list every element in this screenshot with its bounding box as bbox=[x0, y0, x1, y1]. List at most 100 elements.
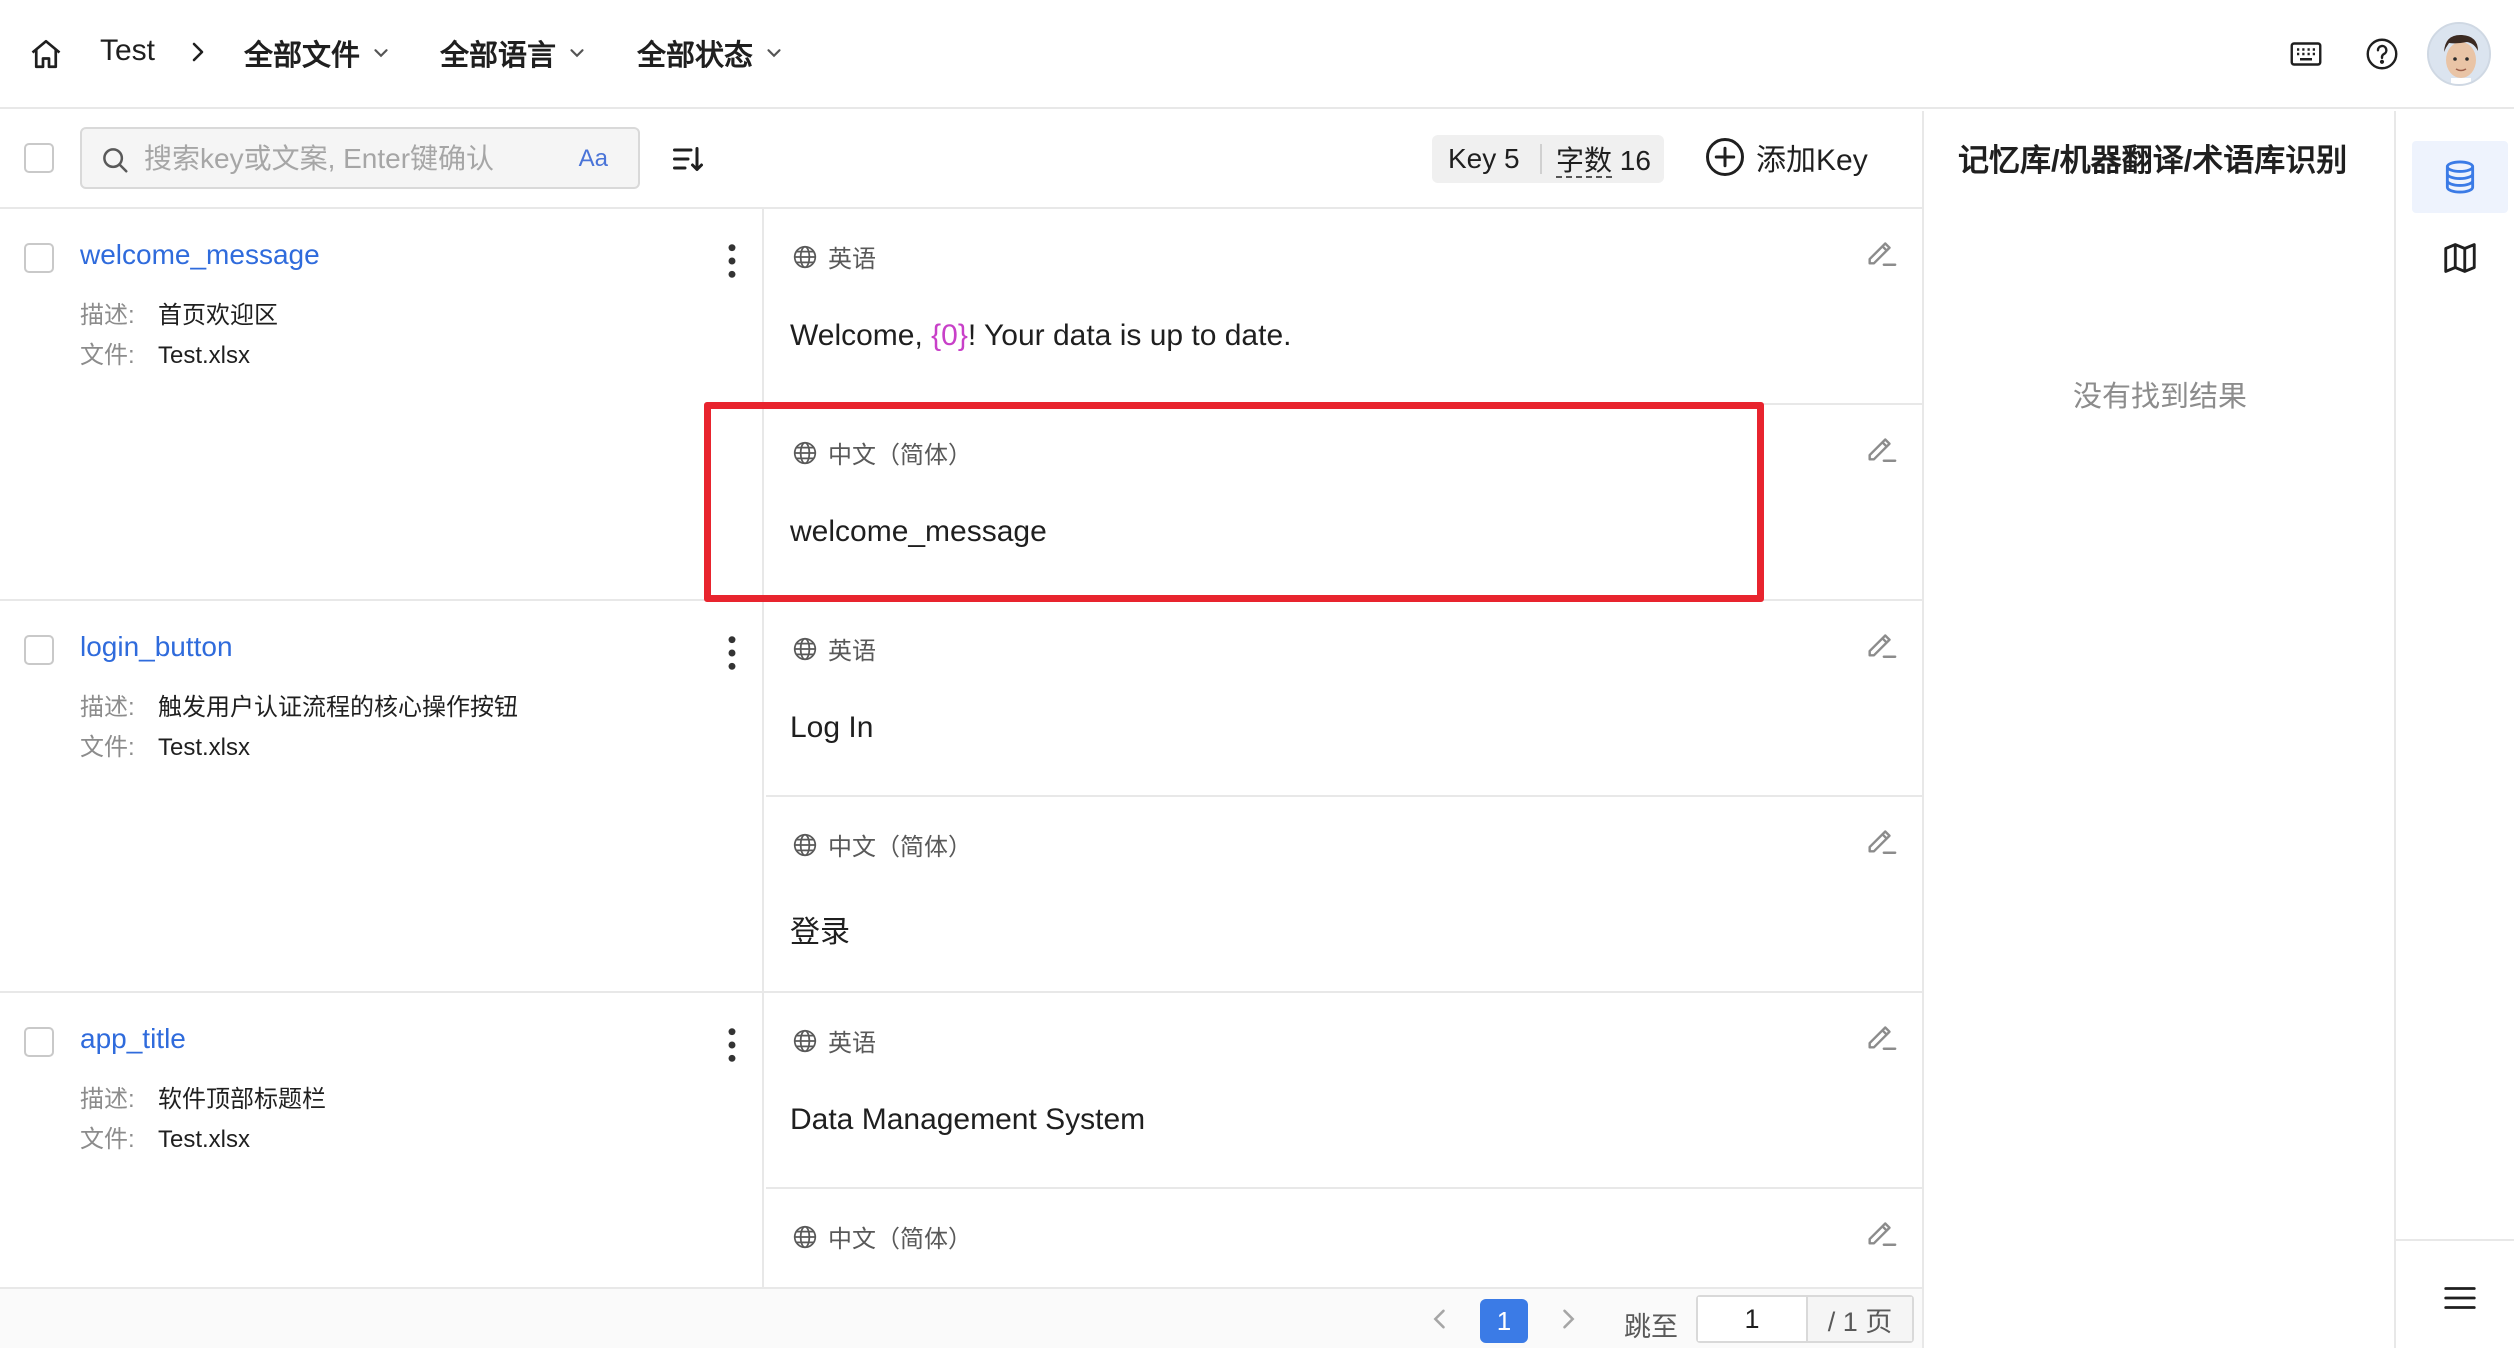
filter-files-dropdown[interactable]: 全部文件 bbox=[244, 32, 392, 74]
filter-languages-label: 全部语言 bbox=[440, 40, 557, 72]
empty-result-text: 没有找到结果 bbox=[2072, 381, 2247, 413]
help-icon[interactable] bbox=[2364, 36, 2400, 72]
key-file: 文件: Test.xlsx bbox=[80, 727, 250, 762]
app-root: Test 全部文件 全部语言 全部状态 搜索key或文案, Enter键确认 A… bbox=[0, 0, 2514, 1348]
list-toolbar: Aa Key 5 字数 16 添加Key bbox=[0, 111, 1922, 209]
key-description: 描述: 首页欢迎区 bbox=[80, 295, 278, 330]
translation-text-pre: Data Management System bbox=[790, 1103, 1146, 1136]
description-label: 描述: bbox=[80, 1086, 135, 1113]
table-row: app_title 描述: 软件顶部标题栏 文件: Test.xlsx 英语 Dat… bbox=[0, 993, 1922, 1287]
globe-icon bbox=[793, 441, 817, 464]
database-icon[interactable] bbox=[2441, 158, 2479, 196]
home-icon[interactable] bbox=[28, 36, 64, 72]
translation-cell[interactable]: 中文（简体） 登录 bbox=[766, 797, 1922, 993]
edit-icon[interactable] bbox=[1864, 627, 1898, 661]
translation-text-pre: welcome_message bbox=[790, 515, 1047, 548]
add-key-button[interactable]: 添加Key bbox=[1704, 135, 1868, 179]
pagination-bar: 1 跳至 / 1 页 bbox=[0, 1287, 1922, 1348]
key-description: 描述: 软件顶部标题栏 bbox=[80, 1079, 326, 1114]
translation-cell[interactable]: 英语 Data Management System bbox=[766, 993, 1922, 1189]
translation-cell[interactable]: 英语 Log In bbox=[766, 601, 1922, 797]
translation-text-pre: Welcome, bbox=[790, 319, 932, 352]
edit-icon[interactable] bbox=[1864, 1215, 1898, 1249]
language-name: 中文（简体） bbox=[828, 834, 972, 861]
suggestion-panel: 记忆库/机器翻译/术语库识别 没有找到结果 bbox=[1922, 111, 2394, 1348]
translation-text: 登录 bbox=[790, 907, 850, 951]
key-name-link[interactable]: welcome_message bbox=[80, 239, 320, 271]
translation-text: welcome_message bbox=[790, 515, 1047, 549]
jump-to-label: 跳至 bbox=[1624, 1312, 1678, 1342]
key-info-cell: login_button 描述: 触发用户认证流程的核心操作按钮 文件: Test.… bbox=[0, 601, 764, 991]
globe-icon bbox=[793, 1225, 817, 1248]
filter-status-label: 全部状态 bbox=[637, 40, 754, 72]
language-label: 中文（简体） bbox=[792, 1219, 972, 1254]
translation-cell[interactable]: 中文（简体） bbox=[766, 1189, 1922, 1287]
page-number-current[interactable]: 1 bbox=[1480, 1299, 1528, 1343]
filter-status-dropdown[interactable]: 全部状态 bbox=[637, 32, 785, 74]
language-label: 英语 bbox=[792, 631, 876, 666]
avatar-icon bbox=[2429, 24, 2489, 84]
translation-cell[interactable]: 中文（简体） welcome_message bbox=[766, 405, 1922, 601]
key-file: 文件: Test.xlsx bbox=[80, 1119, 250, 1154]
case-sensitive-toggle[interactable]: Aa bbox=[579, 145, 608, 173]
next-page-icon[interactable] bbox=[1554, 1305, 1582, 1333]
description-value: 触发用户认证流程的核心操作按钮 bbox=[158, 694, 518, 721]
more-vertical-icon[interactable] bbox=[718, 241, 746, 281]
breadcrumb-project[interactable]: Test bbox=[100, 34, 155, 68]
globe-icon bbox=[793, 245, 817, 268]
menu-icon[interactable] bbox=[2441, 1279, 2479, 1317]
key-info-cell: welcome_message 描述: 首页欢迎区 文件: Test.xlsx bbox=[0, 209, 764, 599]
word-count-value: 16 bbox=[1619, 145, 1651, 176]
word-count-label: 字数 bbox=[1556, 145, 1613, 178]
edit-icon[interactable] bbox=[1864, 431, 1898, 465]
description-value: 首页欢迎区 bbox=[158, 302, 278, 329]
keyboard-icon[interactable] bbox=[2288, 36, 2324, 72]
description-value: 软件顶部标题栏 bbox=[158, 1086, 326, 1113]
key-list: welcome_message 描述: 首页欢迎区 文件: Test.xlsx 英语… bbox=[0, 209, 1922, 1287]
file-value: Test.xlsx bbox=[158, 1126, 251, 1153]
select-all-checkbox[interactable] bbox=[24, 143, 54, 173]
translation-cell[interactable]: 英语 Welcome, {0}! Your data is up to date… bbox=[766, 209, 1922, 405]
jump-to-group: / 1 页 bbox=[1696, 1295, 1914, 1343]
filter-files-label: 全部文件 bbox=[244, 40, 361, 72]
avatar[interactable] bbox=[2427, 22, 2491, 86]
file-label: 文件: bbox=[80, 1126, 135, 1153]
language-name: 英语 bbox=[828, 1030, 876, 1057]
edit-icon[interactable] bbox=[1864, 1019, 1898, 1053]
map-icon[interactable] bbox=[2441, 239, 2479, 277]
row-checkbox[interactable] bbox=[24, 243, 54, 273]
key-file: 文件: Test.xlsx bbox=[80, 335, 250, 370]
chevron-down-icon bbox=[570, 49, 584, 58]
more-vertical-icon[interactable] bbox=[718, 1025, 746, 1065]
placeholder-token: {0} bbox=[931, 319, 968, 352]
table-row: login_button 描述: 触发用户认证流程的核心操作按钮 文件: Test.… bbox=[0, 601, 1922, 993]
side-rail bbox=[2394, 111, 2514, 1348]
translation-text-post: ! Your data is up to date. bbox=[967, 319, 1292, 352]
prev-page-icon[interactable] bbox=[1426, 1305, 1454, 1333]
key-name-link[interactable]: login_button bbox=[80, 631, 233, 663]
sort-icon[interactable] bbox=[670, 141, 706, 177]
key-name-link[interactable]: app_title bbox=[80, 1023, 186, 1055]
file-value: Test.xlsx bbox=[158, 342, 251, 369]
edit-icon[interactable] bbox=[1864, 823, 1898, 857]
description-label: 描述: bbox=[80, 694, 135, 721]
word-count-group: 字数 16 bbox=[1542, 139, 1651, 179]
search-input[interactable] bbox=[144, 139, 544, 179]
row-checkbox[interactable] bbox=[24, 635, 54, 665]
key-description: 描述: 触发用户认证流程的核心操作按钮 bbox=[80, 687, 518, 722]
row-checkbox[interactable] bbox=[24, 1027, 54, 1057]
table-row: welcome_message 描述: 首页欢迎区 文件: Test.xlsx 英语… bbox=[0, 209, 1922, 601]
jump-to-input[interactable] bbox=[1698, 1297, 1808, 1341]
translation-text: Log In bbox=[790, 711, 873, 745]
translation-text: Welcome, {0}! Your data is up to date. bbox=[790, 319, 1291, 353]
language-name: 中文（简体） bbox=[828, 442, 972, 469]
file-label: 文件: bbox=[80, 734, 135, 761]
language-name: 英语 bbox=[828, 638, 876, 665]
total-pages: / 1 页 bbox=[1808, 1297, 1912, 1341]
more-vertical-icon[interactable] bbox=[718, 633, 746, 673]
globe-icon bbox=[793, 833, 817, 856]
edit-icon[interactable] bbox=[1864, 235, 1898, 269]
filter-languages-dropdown[interactable]: 全部语言 bbox=[440, 32, 588, 74]
panel-title: 记忆库/机器翻译/术语库识别 bbox=[1958, 143, 2348, 178]
globe-icon bbox=[793, 637, 817, 660]
